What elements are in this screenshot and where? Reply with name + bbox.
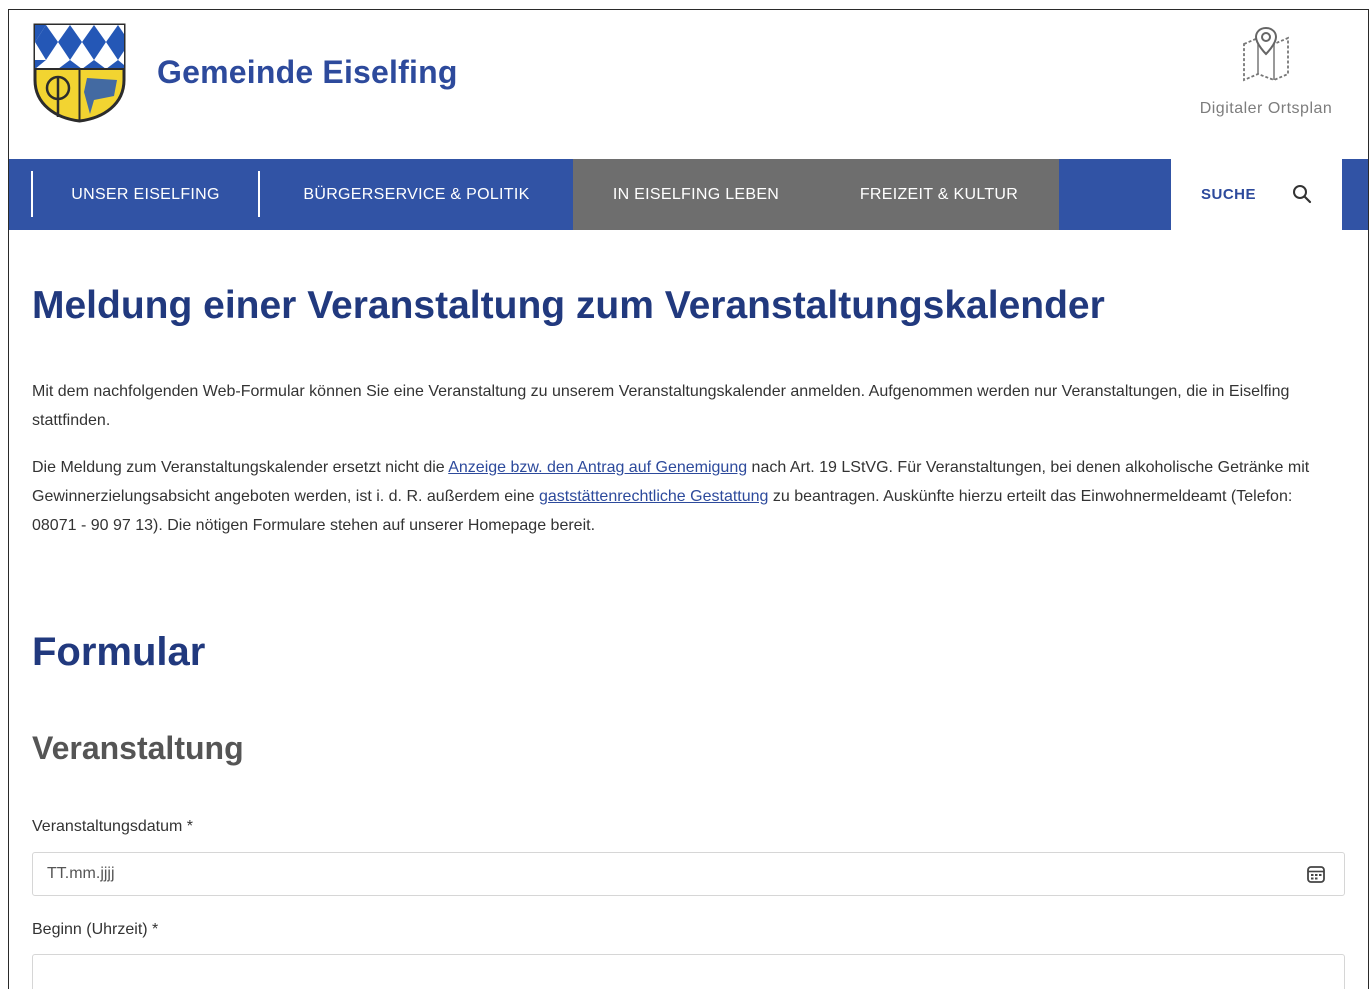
- section-title: Veranstaltung: [32, 730, 244, 766]
- start-time-input[interactable]: [33, 955, 1261, 989]
- site-title[interactable]: Gemeinde Eiselfing: [157, 54, 458, 91]
- search-box[interactable]: SUCHE: [1171, 159, 1342, 230]
- start-time-label: Beginn (Uhrzeit) *: [32, 921, 159, 938]
- application-link[interactable]: Anzeige bzw. den Antrag auf Genemigung: [448, 459, 747, 476]
- page-title: Meldung einer Veranstaltung zum Veransta…: [32, 284, 1105, 327]
- coat-of-arms-icon[interactable]: [32, 22, 127, 123]
- start-time-field[interactable]: [32, 954, 1345, 989]
- intro-paragraph: Mit dem nachfolgenden Web-Formular könne…: [32, 383, 1290, 429]
- form-title: Formular: [32, 630, 206, 674]
- search-label[interactable]: SUCHE: [1201, 159, 1256, 230]
- info-paragraph: Die Meldung zum Veranstaltungskalender e…: [32, 459, 1310, 534]
- nav-item-freizeit-kultur[interactable]: FREIZEIT & KULTUR: [819, 159, 1059, 230]
- nav-item-unser-eiselfing[interactable]: UNSER EISELFING: [33, 159, 258, 230]
- event-date-input[interactable]: [33, 853, 1261, 895]
- calendar-icon[interactable]: [1306, 864, 1326, 889]
- event-date-label: Veranstaltungsdatum *: [32, 818, 193, 835]
- nav-item-buergerservice[interactable]: BÜRGERSERVICE & POLITIK: [260, 159, 573, 230]
- site-header: Gemeinde Eiselfing Digitaler Ortsplan: [9, 10, 1368, 159]
- event-date-field[interactable]: [32, 852, 1345, 896]
- digital-map-label: Digitaler Ortsplan: [1199, 100, 1333, 117]
- main-navigation: UNSER EISELFING BÜRGERSERVICE & POLITIK …: [9, 159, 1368, 230]
- digital-map-link[interactable]: Digitaler Ortsplan: [1186, 24, 1346, 118]
- browser-frame: Gemeinde Eiselfing Digitaler Ortsplan UN…: [8, 9, 1369, 989]
- permit-link[interactable]: gaststättenrechtliche Gestattung: [539, 488, 768, 505]
- search-icon[interactable]: [1292, 184, 1312, 209]
- map-pin-icon: [1186, 24, 1346, 84]
- nav-item-in-eiselfing-leben[interactable]: IN EISELFING LEBEN: [573, 159, 819, 230]
